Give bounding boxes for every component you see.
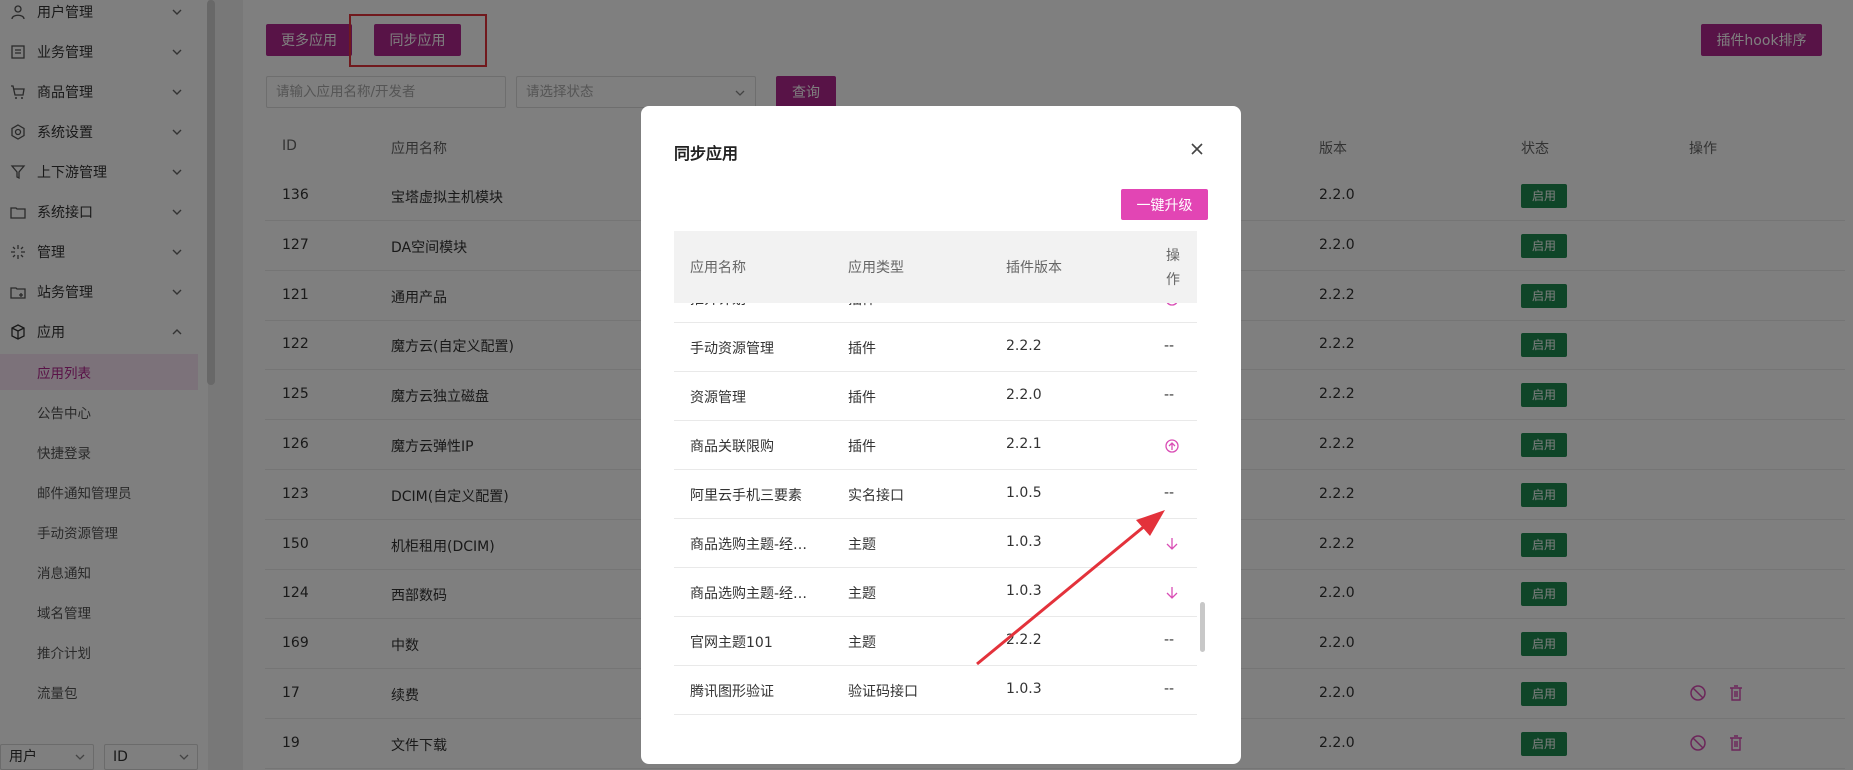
cell-app-name: 资源管理: [690, 390, 746, 406]
cell-plugin-version: 1.0.3: [1006, 681, 1042, 697]
cell-plugin-version: 2.2.1: [1006, 436, 1042, 452]
no-action-dash: --: [1164, 681, 1175, 697]
cell-app-type: 实名接口: [848, 488, 904, 504]
cell-app-name: 商品选购主题-经…: [690, 586, 808, 602]
download-icon[interactable]: [1164, 585, 1180, 601]
cell-plugin-version: 2.2.0: [1006, 387, 1042, 403]
col-plugin-version: 插件版本: [1006, 260, 1062, 276]
cell-app-type: 插件: [848, 390, 876, 406]
col-app-type: 应用类型: [848, 260, 904, 276]
no-action-dash: --: [1164, 387, 1175, 403]
col-action: 操: [1166, 248, 1180, 264]
col-app-name: 应用名称: [690, 260, 746, 276]
cell-app-type: 主题: [848, 537, 876, 553]
sync-table-row[interactable]: 阿里云手机三要素 实名接口 1.0.5 --: [674, 470, 1197, 519]
cell-app-type: 主题: [848, 635, 876, 651]
upgrade-icon[interactable]: [1164, 438, 1180, 454]
cell-app-type: 插件: [848, 341, 876, 357]
cell-app-name: 官网主题101: [690, 635, 773, 651]
sync-table-row[interactable]: 商品选购主题-经… 主题 1.0.3: [674, 519, 1197, 568]
sync-table-row[interactable]: 官网主题101 主题 2.2.2 --: [674, 617, 1197, 666]
cell-app-name: 商品选购主题-经…: [690, 537, 808, 553]
cell-app-type: 验证码接口: [848, 684, 918, 700]
download-icon[interactable]: [1164, 536, 1180, 552]
sync-table-row[interactable]: 资源管理 插件 2.2.0 --: [674, 372, 1197, 421]
no-action-dash: --: [1164, 632, 1175, 648]
close-icon[interactable]: [1189, 141, 1205, 157]
cell-plugin-version: 1.0.5: [1006, 485, 1042, 501]
upgrade-all-button[interactable]: 一键升级: [1121, 189, 1208, 220]
cell-plugin-version: 2.2.2: [1006, 338, 1042, 354]
modal-scrollbar[interactable]: [1200, 602, 1205, 652]
sync-table-row[interactable]: 腾讯图形验证 验证码接口 1.0.3 --: [674, 666, 1197, 715]
cell-app-type: 主题: [848, 586, 876, 602]
sync-apps-modal: 同步应用 一键升级 推介计划插件2.2.2手动资源管理插件2.2.2--资源管理…: [641, 106, 1241, 764]
no-action-dash: --: [1164, 338, 1175, 354]
cell-plugin-version: 2.2.2: [1006, 632, 1042, 648]
cell-app-type: 插件: [848, 439, 876, 455]
cell-app-name: 商品关联限购: [690, 439, 774, 455]
modal-title: 同步应用: [674, 144, 739, 163]
sync-table-row[interactable]: 手动资源管理 插件 2.2.2 --: [674, 323, 1197, 372]
cell-plugin-version: 1.0.3: [1006, 534, 1042, 550]
cell-app-name: 阿里云手机三要素: [690, 488, 802, 504]
cell-plugin-version: 1.0.3: [1006, 583, 1042, 599]
col-action: 作: [1166, 272, 1180, 288]
sync-table-header: 应用名称 应用类型 插件版本 操 作: [674, 231, 1197, 303]
cell-app-name: 手动资源管理: [690, 341, 774, 357]
sync-table-row[interactable]: 商品关联限购 插件 2.2.1: [674, 421, 1197, 470]
no-action-dash: --: [1164, 485, 1175, 501]
cell-app-name: 腾讯图形验证: [690, 684, 774, 700]
sync-table-row[interactable]: 商品选购主题-经… 主题 1.0.3: [674, 568, 1197, 617]
sync-apps-table: 推介计划插件2.2.2手动资源管理插件2.2.2--资源管理插件2.2.0--商…: [674, 231, 1197, 726]
